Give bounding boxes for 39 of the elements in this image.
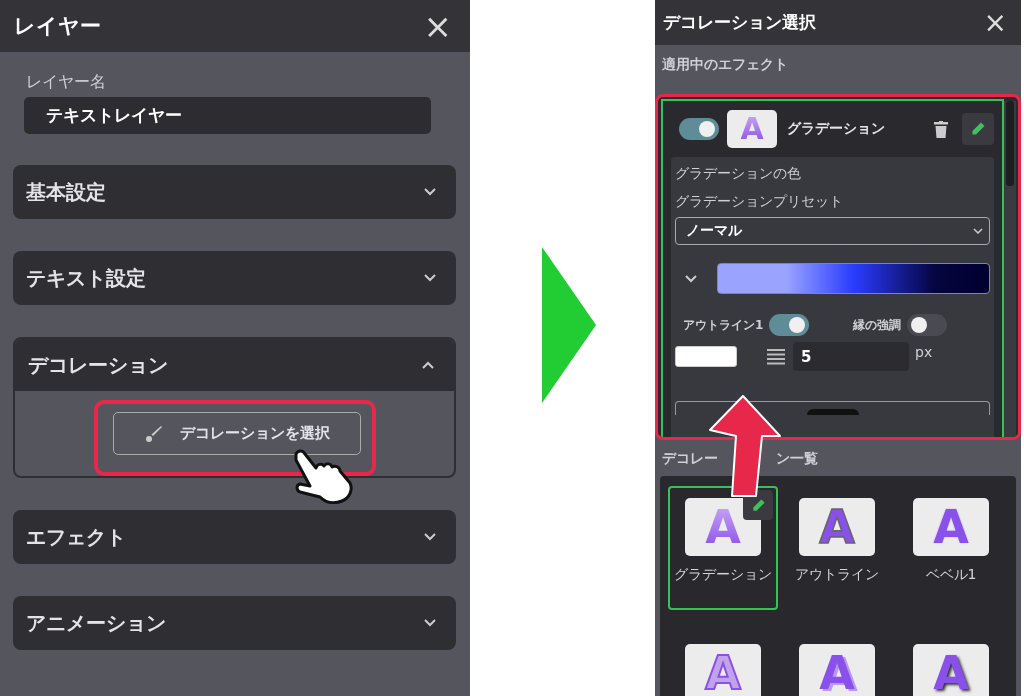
decoration-tile[interactable]: A グラデーション	[668, 486, 778, 610]
decoration-tile[interactable]: A ベベル1	[896, 486, 1006, 610]
field-label: グラデーションプリセット	[675, 193, 844, 211]
width-input[interactable]: 5	[793, 342, 909, 371]
section-title: デコレーション	[28, 351, 168, 379]
section-title: エフェクト	[26, 523, 126, 551]
decoration-thumbnail: A	[685, 644, 761, 696]
decoration-thumbnail: A	[913, 644, 989, 696]
decoration-thumbnail: A	[685, 498, 761, 556]
decoration-thumbnail: A	[799, 644, 875, 696]
close-button[interactable]: ×	[423, 9, 452, 43]
decoration-thumbnail: A	[799, 498, 875, 556]
effect-thumbnail: A	[727, 110, 777, 148]
tile-label: アウトライン	[794, 565, 880, 584]
section-label: デコレー	[662, 450, 718, 468]
effect-name: グラデーション	[787, 120, 886, 138]
decoration-thumbnail: A	[913, 498, 989, 556]
accordion-header[interactable]: デコレーション	[15, 339, 454, 391]
unit-label: px	[915, 344, 933, 360]
panel-title: デコレーション選択	[663, 11, 816, 34]
select-decoration-button[interactable]: デコレーションを選択	[112, 412, 361, 455]
section-title: テキスト設定	[26, 264, 146, 292]
section-label: 適用中のエフェクト	[662, 56, 789, 74]
section-title: アニメーション	[26, 609, 166, 637]
preset-dropdown[interactable]: ノーマル	[675, 217, 990, 245]
tile-label: グラデーション	[673, 565, 773, 584]
panel-title: レイヤー	[14, 13, 101, 40]
field-label: グラデーションの色	[675, 165, 802, 183]
section-label: ン一覧	[776, 450, 818, 468]
toggle-label: アウトライン1	[683, 316, 764, 334]
layer-name-field[interactable]: テキストレイヤー	[24, 97, 431, 134]
decoration-tile[interactable]: A	[896, 632, 1006, 696]
toggle-label: 縁の強調	[853, 316, 902, 334]
field-label: レイヤー名	[26, 72, 107, 93]
close-button[interactable]: ×	[983, 8, 1007, 37]
tile-label: ベベル1	[924, 565, 978, 584]
decoration-tile[interactable]: A	[782, 632, 892, 696]
decoration-tile[interactable]: A アウトライン	[782, 486, 892, 610]
section-title: 基本設定	[26, 178, 106, 206]
